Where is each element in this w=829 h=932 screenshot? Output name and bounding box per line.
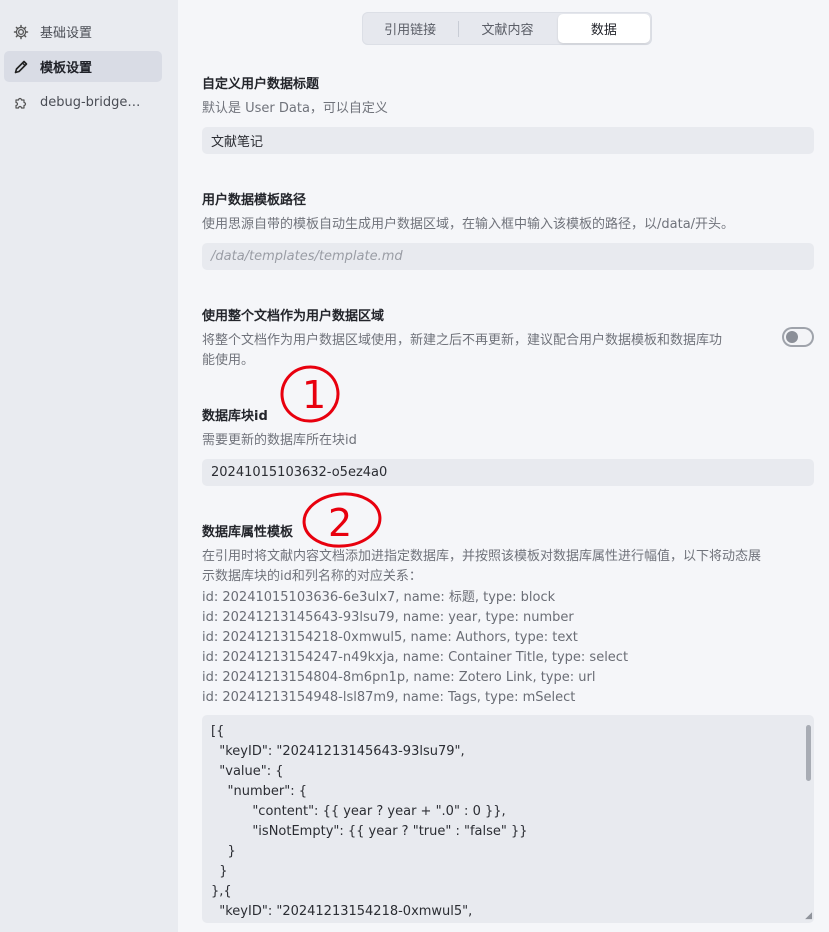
db-column-entry: id: 20241213154804-8m6pn1p, name: Zotero… [202,670,596,685]
sidebar-item-template-settings[interactable]: 模板设置 [4,51,162,82]
db-block-id-input[interactable]: 20241015103632-o5ez4a0 [202,459,814,486]
annotation-circle-1: 1 [280,365,340,423]
tab-literature-content[interactable]: 文献内容 [461,14,553,43]
db-attr-template-description-line1: 在引用时将文献内容文档添加进指定数据库，并按照该模板对数据库属性进行幅值，以下将… [202,549,762,564]
db-block-heading: 数据库块id [202,409,268,424]
db-column-entry: id: 20241213145643-93lsu79, name: year, … [202,610,574,625]
tab-data[interactable]: 数据 [557,14,650,43]
db-attr-template-heading: 数据库属性模板 [202,525,294,540]
sidebar: 基础设置 模板设置 debug-bridge… [0,0,178,932]
gear-icon [12,23,30,41]
db-attr-template-textarea[interactable]: [{ "keyID": "20241213145643-93lsu79", "v… [202,715,814,923]
template-path-input[interactable]: /data/templates/template.md [202,243,814,270]
db-column-entry: id: 20241213154247-n49kxja, name: Contai… [202,650,629,665]
toggle-knob [786,331,798,343]
sidebar-item-debug-bridge[interactable]: debug-bridge… [4,87,162,118]
db-block-description: 需要更新的数据库所在块id [202,433,357,448]
custom-title-description: 默认是 User Data，可以自定义 [202,101,388,116]
db-column-list: id: 20241015103636-6e3ulx7, name: 标题, ty… [202,588,628,708]
annotation-number: 2 [328,501,352,545]
puzzle-icon [12,94,30,112]
db-column-entry: id: 20241213154948-lsl87m9, name: Tags, … [202,690,576,705]
textarea-scrollbar[interactable] [806,725,811,781]
tab-bar: 引用链接 文献内容 数据 [362,12,652,45]
whole-doc-description-line2: 能使用。 [202,353,255,368]
template-path-description: 使用思源自带的模板自动生成用户数据区域，在输入框中输入该模板的路径，以/data… [202,217,735,232]
custom-title-heading: 自定义用户数据标题 [202,77,320,92]
annotation-circle-2: 2 [302,492,382,548]
resize-handle-icon[interactable]: ◢ [805,911,812,921]
tab-citation-link[interactable]: 引用链接 [364,14,456,43]
whole-doc-heading: 使用整个文档作为用户数据区域 [202,309,385,324]
whole-doc-description-line1: 将整个文档作为用户数据区域使用，新建之后不再更新，建议配合用户数据模板和数据库功 [202,333,723,348]
template-code[interactable]: [{ "keyID": "20241213145643-93lsu79", "v… [202,715,814,922]
db-column-entry: id: 20241213154218-0xmwul5, name: Author… [202,630,578,645]
template-path-heading: 用户数据模板路径 [202,193,307,208]
db-column-entry: id: 20241015103636-6e3ulx7, name: 标题, ty… [202,590,556,605]
db-attr-template-description-line2: 示数据库块的id和列名称的对应关系： [202,569,422,584]
sidebar-item-label: 基础设置 [40,26,93,41]
settings-panel: 引用链接 文献内容 数据 自定义用户数据标题 默认是 User Data，可以自… [178,0,829,932]
sidebar-item-basic-settings[interactable]: 基础设置 [4,16,162,47]
pencil-icon [12,58,30,76]
sidebar-item-label: debug-bridge… [40,95,141,110]
sidebar-item-label: 模板设置 [40,61,93,76]
annotation-number: 1 [302,373,326,417]
tab-divider [458,20,460,37]
whole-doc-toggle[interactable] [782,327,814,347]
custom-title-input[interactable]: 文献笔记 [202,127,814,154]
